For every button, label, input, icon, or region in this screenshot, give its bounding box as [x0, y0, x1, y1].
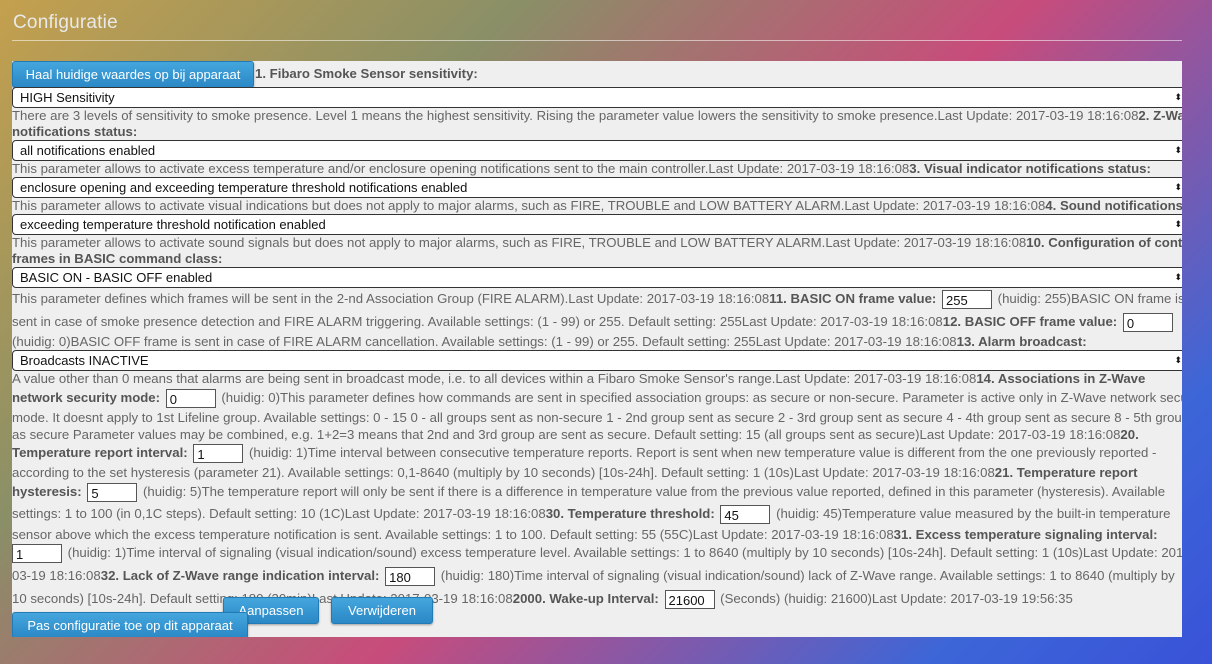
- select-arrows-icon: ⬍: [1174, 355, 1182, 365]
- param-10-label-cont: frames in BASIC command class:: [12, 251, 223, 266]
- param-31-label: 31. Excess temperature signaling interva…: [893, 527, 1158, 542]
- param-2000-label: 2000. Wake-up Interval:: [512, 591, 659, 606]
- param-21-description-cont: settings: 1 to 100 (in 0,1C steps). Defa…: [12, 506, 546, 521]
- param-32-label: 32. Lack of Z-Wave range indication inte…: [100, 568, 380, 583]
- param-2000-description: (Seconds) (huidig: 21600)Last Update: 20…: [720, 591, 1073, 606]
- excess-temp-interval-input[interactable]: 1: [12, 544, 62, 564]
- alarm-broadcast-value: Broadcasts INACTIVE: [20, 353, 149, 368]
- param-1-description: There are 3 levels of sensitivity to smo…: [12, 108, 1139, 123]
- temp-threshold-input[interactable]: 45: [720, 505, 771, 525]
- param-11-description-cont: sent in case of smoke presence detection…: [12, 314, 943, 329]
- select-arrows-icon: ⬍: [1174, 272, 1182, 282]
- sound-notifications-value: exceeding temperature threshold notifica…: [20, 217, 326, 232]
- basic-off-input[interactable]: 0: [1122, 313, 1173, 333]
- select-arrows-icon: ⬍: [1174, 182, 1182, 192]
- sound-notifications-select[interactable]: exceeding temperature threshold notifica…: [12, 214, 1182, 235]
- notifications-status-select[interactable]: all notifications enabled ⬍: [12, 140, 1182, 161]
- param-13-label: 13. Alarm broadcast:: [956, 334, 1087, 349]
- param-32-description-cont: 10 seconds) [10s-24h]. Default settin: [12, 591, 227, 606]
- param-14-description-end: as secure Parameter values may be combin…: [12, 427, 1121, 442]
- wake-up-interval-input[interactable]: 21600: [664, 590, 715, 610]
- title-divider: [12, 40, 1182, 41]
- alarm-broadcast-select[interactable]: Broadcasts INACTIVE ⬍: [12, 350, 1182, 371]
- param-21-label: 21. Temperature report: [994, 465, 1138, 480]
- param-14-label: 14. Associations in Z-Wave: [976, 371, 1146, 386]
- param-30-label: 30. Temperature threshold:: [545, 506, 715, 521]
- param-31-description-end: 03-19 18:16:08: [12, 568, 101, 583]
- param-21-label-cont: hysteresis:: [12, 484, 82, 499]
- param-2-label: 2. Z-Wave: [1138, 108, 1182, 123]
- basic-command-value: BASIC ON - BASIC OFF enabled: [20, 270, 213, 285]
- param-3-description: This parameter allows to activate visual…: [12, 198, 1046, 213]
- select-arrows-icon: ⬍: [1174, 145, 1182, 155]
- param-3-label: 3. Visual indicator notifications status…: [909, 161, 1151, 176]
- param-2-description: This parameter allows to activate excess…: [12, 161, 910, 176]
- temp-hysteresis-input[interactable]: 5: [87, 483, 138, 503]
- param-10-description: This parameter defines which frames will…: [12, 291, 770, 306]
- param-13-description: A value other than 0 means that alarms a…: [12, 371, 977, 386]
- param-32-description: (huidig: 180)Time interval of signaling …: [440, 568, 1175, 583]
- config-panel: Haal huidige waardes op bij apparaat 1. …: [12, 61, 1182, 637]
- delete-button[interactable]: Verwijderen: [331, 597, 433, 624]
- param-21-description: (huidig: 5)The temperature report will o…: [142, 484, 1166, 499]
- notifications-status-value: all notifications enabled: [20, 143, 156, 158]
- sensitivity-select-value: HIGH Sensitivity: [20, 90, 115, 105]
- visual-indicator-value: enclosure opening and exceeding temperat…: [20, 180, 468, 195]
- zwave-range-interval-input[interactable]: 180: [385, 567, 436, 587]
- param-4-label: 4. Sound notifications status:: [1045, 198, 1182, 213]
- param-30-description-cont: sensor above which the excess temperatur…: [12, 527, 894, 542]
- param-30-description: (huidig: 45)Temperature value measured b…: [776, 506, 1171, 521]
- param-11-description: (huidig: 255)BASIC ON frame is: [997, 291, 1182, 306]
- param-31-description: (huidig: 1)Time interval of signaling (v…: [67, 545, 1182, 560]
- temp-report-interval-input[interactable]: 1: [193, 444, 244, 464]
- param-1-label: 1. Fibaro Smoke Sensor sensitivity:: [255, 66, 478, 81]
- param-14-description-cont: mode. It doesnt apply to 1st Lifeline gr…: [12, 410, 1182, 425]
- param-20-description-cont: according to the set hysteresis (paramet…: [12, 465, 995, 480]
- param-14-description: (huidig: 0)This parameter defines how co…: [221, 390, 1182, 405]
- param-10-label: 10. Configuration of control: [1026, 235, 1182, 250]
- visual-indicator-select[interactable]: enclosure opening and exceeding temperat…: [12, 177, 1182, 198]
- sensitivity-select[interactable]: HIGH Sensitivity ⬍: [12, 87, 1182, 108]
- apply-config-button[interactable]: Pas configuratie toe op dit apparaat: [12, 612, 248, 637]
- security-mode-input[interactable]: 0: [165, 389, 216, 409]
- param-20-description: (huidig: 1)Time interval between consecu…: [248, 445, 1157, 460]
- param-4-description: This parameter allows to activate sound …: [12, 235, 1027, 250]
- select-arrows-icon: ⬍: [1174, 92, 1182, 102]
- param-14-label-cont: network security mode:: [12, 390, 161, 405]
- basic-command-select[interactable]: BASIC ON - BASIC OFF enabled ⬍: [12, 267, 1182, 288]
- param-2-label-cont: notifications status:: [12, 124, 138, 139]
- page-title: Configuratie: [13, 12, 118, 33]
- param-20-label: 20.: [1120, 427, 1139, 442]
- select-arrows-icon: ⬍: [1174, 219, 1182, 229]
- fetch-values-button[interactable]: Haal huidige waardes op bij apparaat: [12, 61, 254, 88]
- param-20-label-cont: Temperature report interval:: [12, 445, 188, 460]
- param-12-label: 12. BASIC OFF frame value:: [942, 314, 1118, 329]
- basic-on-input[interactable]: 255: [942, 290, 992, 310]
- param-11-label: 11. BASIC ON frame value:: [769, 291, 937, 306]
- param-12-description: (huidig: 0)BASIC OFF frame is sent in ca…: [12, 334, 957, 349]
